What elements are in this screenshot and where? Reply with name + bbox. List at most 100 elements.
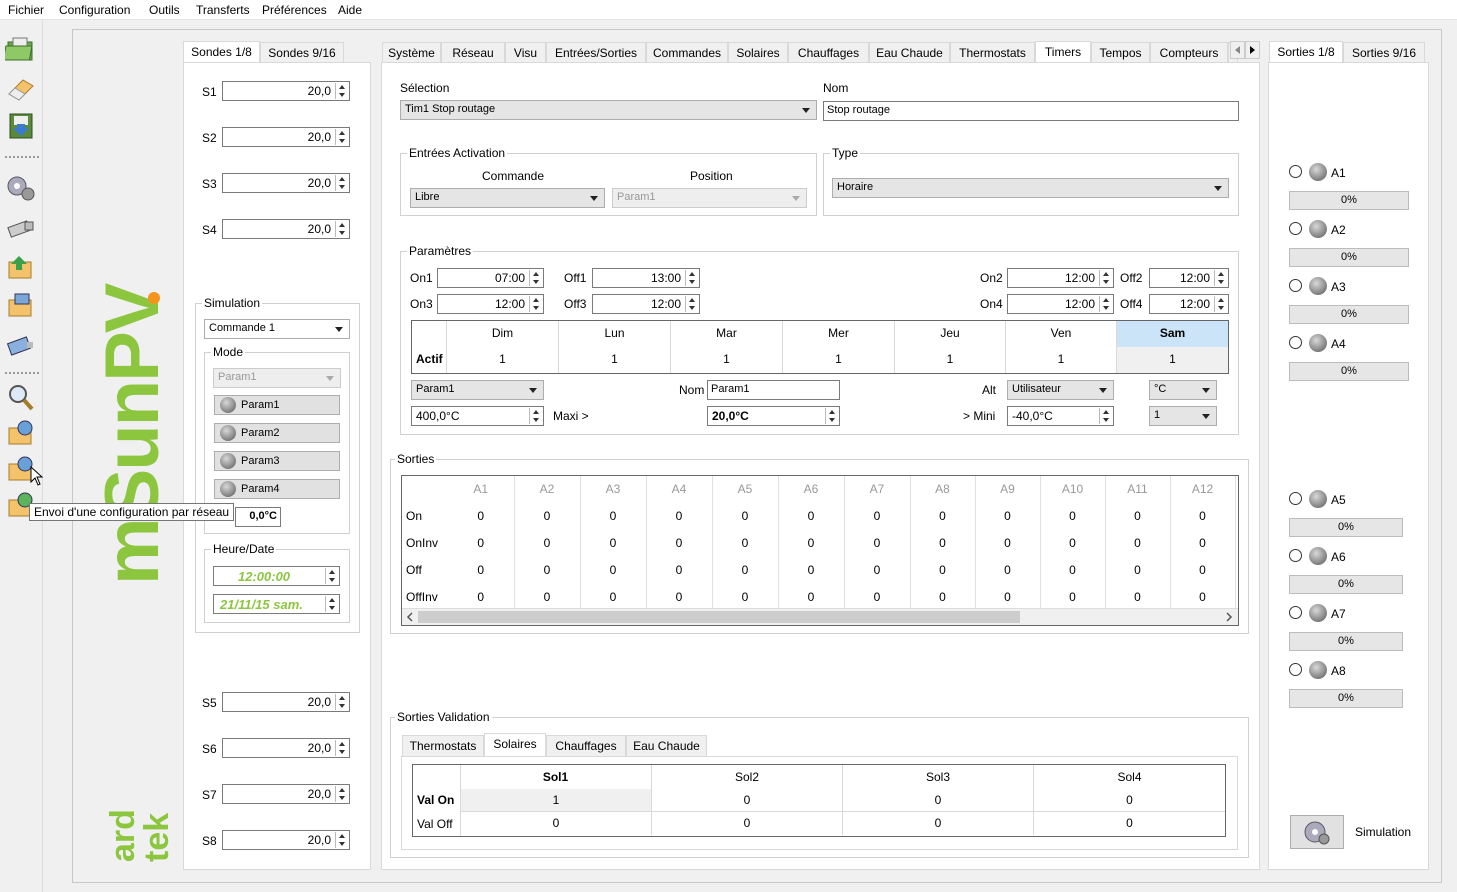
tab-chauffages[interactable]: Chauffages <box>788 42 869 64</box>
actif-cell[interactable]: 1 <box>559 347 671 373</box>
date-input[interactable]: 21/11/15 sam. <box>213 594 340 614</box>
sorties-cell[interactable]: 0 <box>910 556 976 583</box>
sorties-cell[interactable]: 0 <box>448 583 515 610</box>
scroll-left-icon[interactable] <box>405 611 415 625</box>
tab-scroll-left-icon[interactable] <box>1230 41 1245 59</box>
scroll-right-icon[interactable] <box>1224 611 1234 625</box>
tab-eau-chaude[interactable]: Eau Chaude <box>869 42 950 64</box>
alt-select[interactable]: Utilisateur <box>1007 380 1114 400</box>
tab-visu[interactable]: Visu <box>505 42 546 64</box>
val-tab-solaires[interactable]: Solaires <box>484 733 546 757</box>
sorties-cell[interactable]: 0 <box>1170 583 1236 610</box>
sorties-cell[interactable]: 0 <box>778 529 845 556</box>
sorties-cell[interactable]: 0 <box>778 583 845 610</box>
sorties-cell[interactable]: 0 <box>514 502 581 529</box>
tab-sondes-9-16[interactable]: Sondes 9/16 <box>260 42 344 64</box>
sonde-s6-input[interactable]: 20,0 <box>222 738 350 758</box>
on4-input[interactable]: 12:00 <box>1007 294 1114 314</box>
output-radio[interactable] <box>1289 336 1302 349</box>
sorties-cell[interactable]: 0 <box>975 502 1041 529</box>
sorties-cell[interactable]: 0 <box>1105 502 1171 529</box>
folder-network-icon[interactable] <box>5 290 37 320</box>
actif-cell-active[interactable]: 1 <box>1117 347 1228 373</box>
sorties-cell[interactable]: 0 <box>646 583 713 610</box>
sorties-cell[interactable]: 0 <box>580 556 647 583</box>
sorties-cell[interactable]: 0 <box>1040 502 1106 529</box>
actif-cell[interactable]: 1 <box>447 347 559 373</box>
val-tab-chauffages[interactable]: Chauffages <box>546 735 626 757</box>
tab-scroll-arrows[interactable] <box>1230 41 1260 59</box>
magnifier-icon[interactable] <box>5 382 37 412</box>
sorties-cell[interactable]: 0 <box>646 529 713 556</box>
scrollbar-thumb[interactable] <box>418 611 1020 623</box>
tab-entrees-sorties[interactable]: Entrées/Sorties <box>546 42 646 64</box>
sorties-cell[interactable]: 0 <box>975 556 1041 583</box>
day-header[interactable]: Mer <box>783 321 895 347</box>
menu-configuration[interactable]: Configuration <box>59 3 130 17</box>
sonde-s8-input[interactable]: 20,0 <box>222 830 350 850</box>
save-download-icon[interactable] <box>5 110 37 140</box>
sorties-cell[interactable]: 0 <box>514 529 581 556</box>
actif-cell[interactable]: 1 <box>783 347 895 373</box>
sorties-cell[interactable]: 0 <box>712 583 779 610</box>
output-radio[interactable] <box>1289 549 1302 562</box>
horizontal-scrollbar[interactable] <box>402 608 1238 625</box>
off3-input[interactable]: 12:00 <box>592 294 700 314</box>
sonde-s4-input[interactable]: 20,0 <box>222 219 350 239</box>
param-select[interactable]: Param1 <box>411 380 544 400</box>
menu-aide[interactable]: Aide <box>338 3 362 17</box>
val-cell[interactable]: 0 <box>843 789 1034 812</box>
sorties-cell[interactable]: 0 <box>910 529 976 556</box>
tab-commandes[interactable]: Commandes <box>646 42 728 64</box>
right-simulation-button[interactable] <box>1290 815 1344 849</box>
menu-fichier[interactable]: Fichier <box>8 3 44 17</box>
heure-input[interactable]: 12:00:00 <box>213 566 340 586</box>
sorties-cell[interactable]: 0 <box>1105 583 1171 610</box>
output-radio[interactable] <box>1289 492 1302 505</box>
tab-systeme[interactable]: Système <box>382 42 441 64</box>
off2-input[interactable]: 12:00 <box>1149 268 1229 288</box>
actif-cell[interactable]: 1 <box>1006 347 1117 373</box>
sorties-cell[interactable]: 0 <box>844 502 911 529</box>
sorties-cell[interactable]: 0 <box>1105 529 1171 556</box>
val-cell[interactable]: 0 <box>652 812 843 835</box>
sonde-s3-input[interactable]: 20,0 <box>222 173 350 193</box>
val-cell[interactable]: 0 <box>843 812 1034 835</box>
sonde-s5-input[interactable]: 20,0 <box>222 692 350 712</box>
unit-select[interactable]: °C <box>1149 380 1217 400</box>
on2-input[interactable]: 12:00 <box>1007 268 1114 288</box>
sonde-s2-input[interactable]: 20,0 <box>222 127 350 147</box>
val-cell[interactable]: 1 <box>461 789 652 812</box>
maxi-input[interactable]: 20,0°C <box>707 406 840 426</box>
sorties-cell[interactable]: 0 <box>1170 556 1236 583</box>
sorties-cell[interactable]: 0 <box>646 556 713 583</box>
day-header[interactable]: Jeu <box>895 321 1006 347</box>
sorties-cell[interactable]: 0 <box>778 556 845 583</box>
commande-select[interactable]: Libre <box>410 188 605 208</box>
sorties-cell[interactable]: 0 <box>1170 502 1236 529</box>
tab-tempos[interactable]: Tempos <box>1091 42 1150 64</box>
actif-cell[interactable]: 1 <box>671 347 783 373</box>
sorties-cell[interactable]: 0 <box>778 502 845 529</box>
output-radio[interactable] <box>1289 663 1302 676</box>
type-select[interactable]: Horaire <box>832 178 1229 198</box>
tab-reseau[interactable]: Réseau <box>441 42 505 64</box>
on3-input[interactable]: 12:00 <box>437 294 544 314</box>
sorties-cell[interactable]: 0 <box>910 502 976 529</box>
sorties-cell[interactable]: 0 <box>844 583 911 610</box>
menu-outils[interactable]: Outils <box>149 3 180 17</box>
sorties-cell[interactable]: 0 <box>1040 529 1106 556</box>
day-header-active[interactable]: Sam <box>1117 321 1228 347</box>
output-radio[interactable] <box>1289 222 1302 235</box>
sorties-cell[interactable]: 0 <box>646 502 713 529</box>
sorties-cell[interactable]: 0 <box>975 529 1041 556</box>
on1-input[interactable]: 07:00 <box>437 268 544 288</box>
menu-transferts[interactable]: Transferts <box>196 3 250 17</box>
param2-button[interactable]: Param2 <box>214 423 340 443</box>
tab-solaires[interactable]: Solaires <box>728 42 788 64</box>
simulation-value-field[interactable]: 0,0°C <box>235 507 281 527</box>
tab-scroll-right-icon[interactable] <box>1245 41 1260 59</box>
usb-device-icon[interactable] <box>5 330 37 360</box>
param1-button[interactable]: Param1 <box>214 395 340 415</box>
param-value-input[interactable]: 400,0°C <box>411 406 544 426</box>
